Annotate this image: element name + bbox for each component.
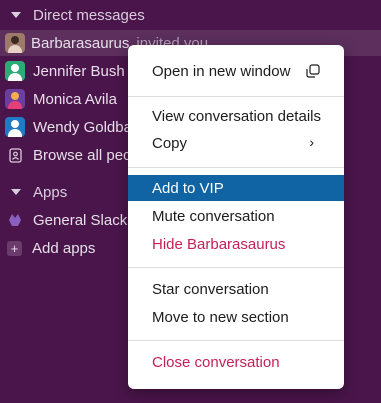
dm-header-label: Direct messages	[33, 6, 145, 24]
caret-down-icon	[11, 12, 21, 18]
avatar	[5, 61, 25, 81]
avatar	[5, 89, 25, 109]
menu-item-label: Open in new window	[152, 62, 291, 80]
dm-name: Jennifer Bush	[33, 62, 125, 80]
menu-item-label: Hide Barbarasaurus	[152, 235, 286, 253]
dm-name: Monica Avila	[33, 90, 117, 108]
menu-item-label: Copy	[152, 134, 188, 152]
browse-people-item[interactable]: Browse all peo	[0, 142, 131, 168]
menu-item-label: Close conversation	[152, 353, 280, 371]
menu-item-view-details[interactable]: View conversation details	[128, 103, 344, 129]
app-name: General Slack I	[33, 211, 136, 229]
caret-down-icon	[11, 189, 21, 195]
add-apps-label: Add apps	[32, 239, 96, 257]
add-apps-item[interactable]: + Add apps	[0, 235, 95, 261]
menu-item-label: Move to new section	[152, 308, 289, 326]
menu-divider	[128, 340, 344, 341]
dm-name: Wendy Goldba	[33, 118, 132, 136]
menu-item-close-conversation[interactable]: Close conversation	[128, 349, 344, 375]
menu-item-star[interactable]: Star conversation	[128, 276, 344, 302]
context-menu: Open in new window View conversation det…	[128, 45, 344, 389]
menu-item-label: Add to VIP	[152, 179, 224, 197]
menu-divider	[128, 267, 344, 268]
plus-icon: +	[7, 240, 22, 256]
dm-item-jennifer-bush[interactable]: Jennifer Bush	[0, 58, 125, 84]
browse-label: Browse all peo	[33, 146, 132, 164]
dm-item-wendy[interactable]: Wendy Goldba	[0, 114, 132, 140]
menu-item-hide[interactable]: Hide Barbarasaurus	[128, 231, 344, 257]
apps-section-header[interactable]: Apps	[0, 181, 67, 203]
menu-item-open-new-window[interactable]: Open in new window	[128, 58, 344, 84]
contacts-icon	[7, 147, 23, 163]
avatar	[5, 117, 25, 137]
dm-item-monica-avila[interactable]: Monica Avila	[0, 86, 117, 112]
menu-item-move-section[interactable]: Move to new section	[128, 304, 344, 330]
menu-divider	[128, 167, 344, 168]
menu-divider	[128, 96, 344, 97]
menu-item-add-to-vip[interactable]: Add to VIP	[128, 175, 344, 201]
menu-item-label: View conversation details	[152, 107, 321, 125]
menu-item-copy[interactable]: Copy ›	[128, 130, 344, 156]
avatar	[5, 33, 25, 53]
apps-header-label: Apps	[33, 183, 68, 201]
menu-item-mute[interactable]: Mute conversation	[128, 203, 344, 229]
dm-section-header[interactable]: Direct messages	[0, 4, 145, 26]
app-item-general-slack[interactable]: General Slack I	[0, 207, 136, 233]
menu-item-label: Star conversation	[152, 280, 269, 298]
new-window-icon	[306, 64, 320, 78]
chevron-right-icon: ›	[309, 134, 314, 150]
dm-name: Barbarasaurus	[31, 34, 130, 52]
app-icon	[7, 212, 23, 228]
menu-item-label: Mute conversation	[152, 207, 275, 225]
